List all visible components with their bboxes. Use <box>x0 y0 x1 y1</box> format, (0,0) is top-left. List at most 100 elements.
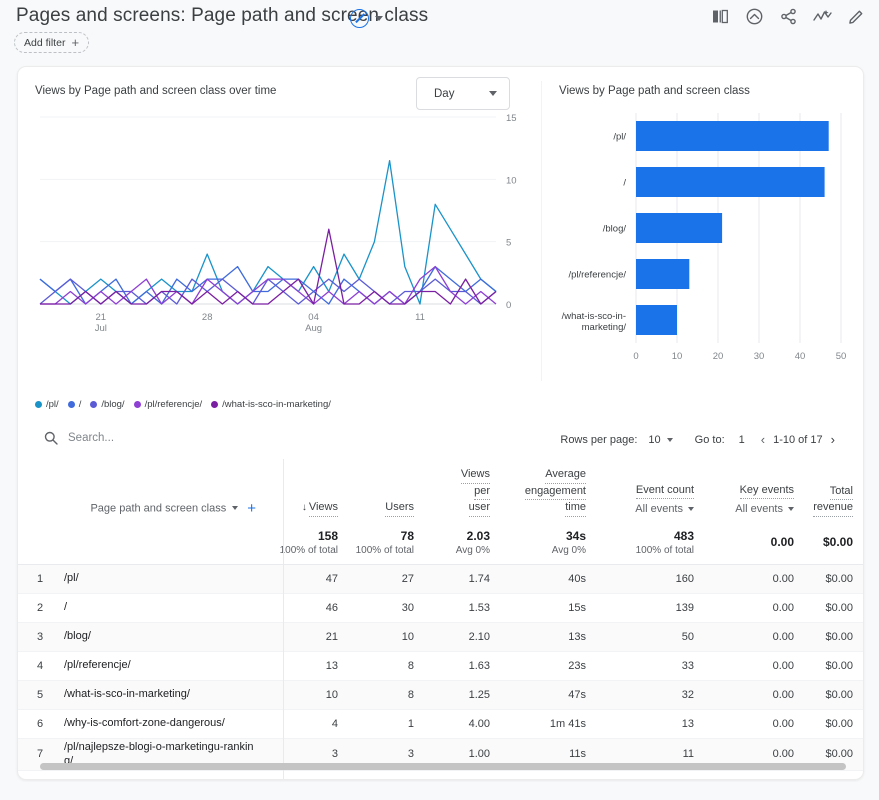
granularity-select[interactable]: Day <box>416 77 510 110</box>
event-count-filter[interactable]: All events <box>596 502 694 517</box>
chevron-down-icon[interactable] <box>375 16 383 21</box>
line-chart-title: Views by Page path and screen class over… <box>35 85 277 97</box>
row-rank: 1 <box>18 564 62 594</box>
chevron-down-icon[interactable] <box>666 437 673 442</box>
chevron-down-icon[interactable] <box>232 506 239 511</box>
column-header-avg-engagement-time[interactable]: Average engagement time <box>500 459 596 523</box>
column-header-views[interactable]: ↓ Views <box>268 459 348 523</box>
svg-text:/what-is-sco-in-: /what-is-sco-in- <box>562 311 626 322</box>
row-views: 46 <box>268 593 348 623</box>
column-header-total-revenue[interactable]: Total revenue <box>804 459 863 523</box>
row-page-path[interactable]: /pl/referencje/ <box>62 651 268 681</box>
svg-text:30: 30 <box>754 351 765 362</box>
table-header-row: Page path and screen class + ↓ Views Users… <box>18 459 863 523</box>
row-views-per-user: 4.00 <box>424 709 500 739</box>
dimension-header[interactable]: Page path and screen class + <box>62 459 268 523</box>
key-events-filter[interactable]: All events <box>704 502 794 517</box>
totals-rank-cell <box>18 522 62 565</box>
row-page-path[interactable]: /references/ <box>62 770 268 779</box>
trend-icon[interactable] <box>812 6 833 27</box>
pagination-controls: Rows per page: 10 Go to: 1 ‹ 1-10 of 17 … <box>560 432 835 447</box>
row-users: 8 <box>348 651 424 681</box>
legend-label: /pl/referencje/ <box>144 399 203 410</box>
row-page-path[interactable]: /what-is-sco-in-marketing/ <box>62 680 268 710</box>
legend-item[interactable]: /pl/ <box>35 399 59 410</box>
goto-input[interactable]: 1 <box>739 434 745 446</box>
table-row[interactable]: 4/pl/referencje/13 8 1.63 23s 33 0.00 $0.00 <box>18 651 863 681</box>
svg-text:40: 40 <box>795 351 806 362</box>
chevron-right-icon[interactable]: › <box>831 432 835 447</box>
compare-icon[interactable] <box>710 6 731 27</box>
no-data-circle-icon[interactable] <box>350 9 369 28</box>
row-key-events: 0.00 <box>704 564 804 594</box>
table-row[interactable]: 5/what-is-sco-in-marketing/10 8 1.25 47s 32 0… <box>18 680 863 710</box>
column-header-views-per-user[interactable]: Views per user <box>424 459 500 523</box>
add-dimension-icon[interactable]: + <box>247 500 256 517</box>
legend-item[interactable]: /blog/ <box>90 399 125 410</box>
row-page-path[interactable]: /blog/ <box>62 622 268 652</box>
search-placeholder: Search... <box>68 432 115 444</box>
edit-pencil-icon[interactable] <box>846 6 867 27</box>
svg-text:0: 0 <box>633 351 638 362</box>
add-filter-button[interactable]: Add filter + <box>14 32 90 53</box>
chevron-left-icon[interactable]: ‹ <box>761 432 765 447</box>
svg-text:Jul: Jul <box>95 323 107 334</box>
svg-text:0: 0 <box>506 300 511 311</box>
svg-text:20: 20 <box>713 351 724 362</box>
share-icon[interactable] <box>778 6 799 27</box>
legend-item[interactable]: /what-is-sco-in-marketing/ <box>211 399 331 410</box>
svg-text:50: 50 <box>836 351 847 362</box>
legend-label: /blog/ <box>101 399 125 410</box>
legend-item[interactable]: / <box>67 399 81 410</box>
svg-text:28: 28 <box>202 312 213 323</box>
column-header-users[interactable]: Users <box>348 459 424 523</box>
table-row[interactable]: 2/46 30 1.53 15s 139 0.00 $0.00 <box>18 593 863 623</box>
insights-icon[interactable] <box>744 6 765 27</box>
row-views: 47 <box>268 564 348 594</box>
row-key-events: 0.00 <box>704 770 804 779</box>
row-users: 30 <box>348 593 424 623</box>
sort-descending-icon: ↓ <box>301 502 307 514</box>
row-views-per-user: 2.10 <box>424 622 500 652</box>
horizontal-scrollbar[interactable] <box>40 763 846 770</box>
legend-item[interactable]: /pl/referencje/ <box>133 399 203 410</box>
table-row[interactable]: 3/blog/21 10 2.10 13s 50 0.00 $0.00 <box>18 622 863 652</box>
row-rank: 4 <box>18 651 62 681</box>
row-avg-engagement-time: 23s <box>500 651 596 681</box>
column-header-event-count[interactable]: Event count All events <box>596 459 704 523</box>
row-users: 8 <box>348 680 424 710</box>
row-rank: 3 <box>18 622 62 652</box>
row-views: 10 <box>268 680 348 710</box>
bar-chart-title: Views by Page path and screen class <box>559 85 750 97</box>
row-page-path[interactable]: /pl/ <box>62 564 268 594</box>
table-row[interactable]: 1/pl/47 27 1.74 40s 160 0.00 $0.00 <box>18 564 863 594</box>
legend-color-dot <box>211 401 219 408</box>
row-total-revenue: $0.00 <box>804 564 863 594</box>
rows-per-page-value[interactable]: 10 <box>648 434 660 446</box>
line-chart-legend: /pl/ / /blog/ /pl/referencje/ /what-is-sco-i… <box>35 399 331 410</box>
rank-header <box>18 459 62 523</box>
row-total-revenue: $0.00 <box>804 770 863 779</box>
search-input[interactable]: Search... <box>44 431 114 445</box>
totals-event-count-cell: 483 100% of total <box>596 522 704 565</box>
rows-per-page-label: Rows per page: <box>560 433 638 446</box>
totals-views-per-user-value: 2.03 <box>466 528 490 543</box>
row-key-events: 0.00 <box>704 622 804 652</box>
row-rank: 2 <box>18 593 62 623</box>
totals-dimension-cell <box>62 522 268 565</box>
table-body: 1/pl/47 27 1.74 40s 160 0.00 $0.00 2/46 30 1.53 15… <box>18 564 863 779</box>
svg-text:11: 11 <box>415 312 425 323</box>
row-page-path[interactable]: /why-is-comfort-zone-dangerous/ <box>62 709 268 739</box>
table-row[interactable]: 8/references/331.0024s110.00$0.00 <box>18 770 863 779</box>
row-page-path[interactable]: / <box>62 593 268 623</box>
svg-text:Aug: Aug <box>305 323 322 334</box>
row-views: 21 <box>268 622 348 652</box>
bar-chart[interactable]: 0 10 20 30 40 50/pl/ / /blog/ /pl/referencje/ /wh… <box>546 105 863 395</box>
svg-text:/pl/referencje/: /pl/referencje/ <box>568 270 626 281</box>
totals-avg-engagement-value: 34s <box>565 528 586 543</box>
column-header-key-events[interactable]: Key events All events <box>704 459 804 523</box>
line-chart[interactable]: 0 5 10 15 21 Jul 28 04 Aug 11 <box>18 109 541 359</box>
svg-text:/pl/: /pl/ <box>613 132 626 143</box>
column-header-views-per-user-label: Views per user <box>424 467 490 517</box>
table-row[interactable]: 6/why-is-comfort-zone-dangerous/4 1 4.00 1m… <box>18 709 863 739</box>
